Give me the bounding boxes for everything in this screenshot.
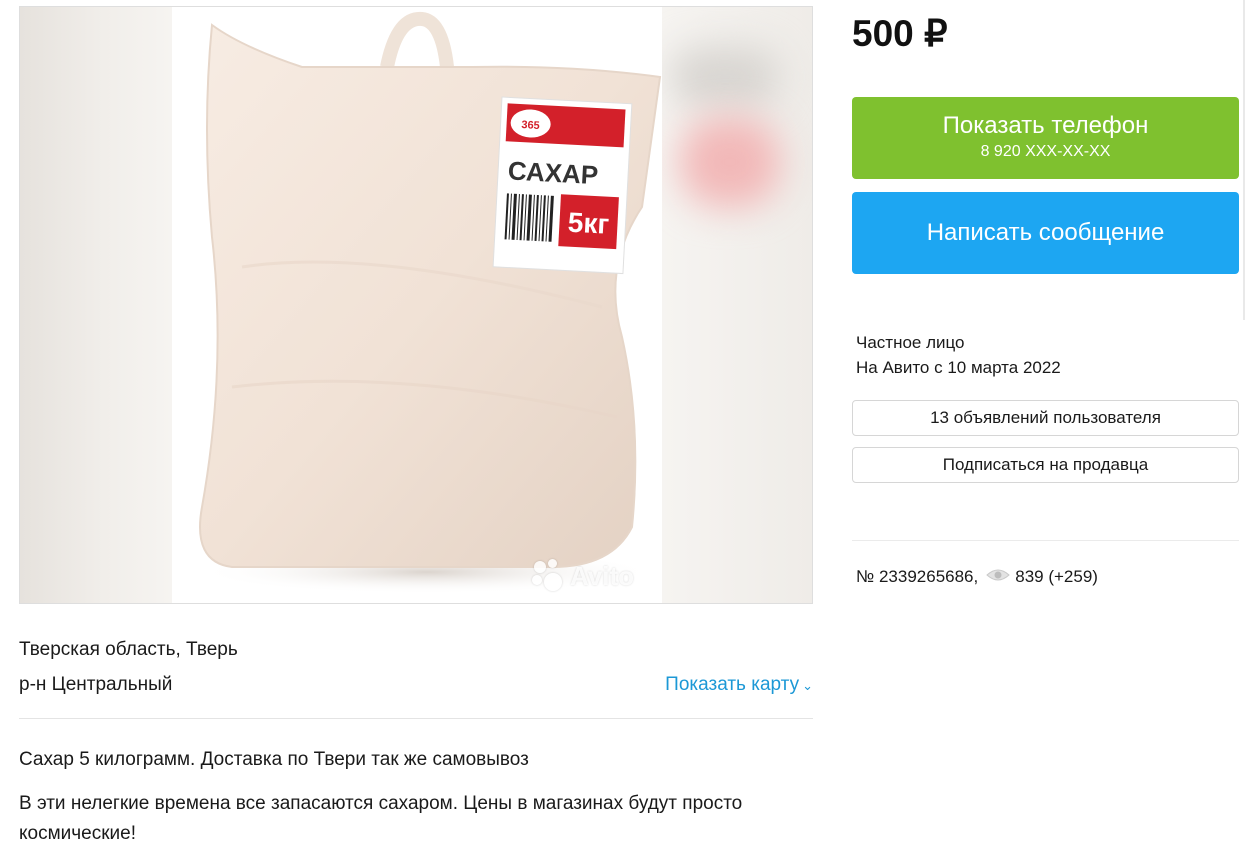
show-phone-button[interactable]: Показать телефон 8 920 XXX-XX-XX	[852, 97, 1239, 179]
description-line-1: Сахар 5 килограмм. Доставка по Твери так…	[19, 749, 529, 770]
gallery-blur-right	[660, 7, 812, 603]
section-divider	[19, 718, 813, 719]
avito-logo-icon	[532, 559, 566, 593]
bag-label: 365 САХАР 5кг	[492, 96, 633, 275]
write-message-button[interactable]: Написать сообщение	[852, 192, 1239, 274]
chevron-down-icon: ⌄	[802, 678, 813, 693]
subscribe-seller-button[interactable]: Подписаться на продавца	[852, 447, 1239, 483]
show-map-label: Показать карту	[665, 674, 800, 695]
seller-since: На Авито с 10 марта 2022	[856, 358, 1061, 377]
seller-type: Частное лицо	[856, 333, 965, 352]
views-count: 839 (+259)	[1015, 567, 1098, 586]
show-map-link[interactable]: Показать карту ⌄	[665, 667, 813, 703]
price: 500 ₽	[852, 13, 948, 54]
sugar-bag-image: 365 САХАР 5кг	[197, 12, 662, 594]
location-region: Тверская область, Тверь	[19, 639, 238, 660]
seller-info: Частное лицо На Авито с 10 марта 2022	[856, 330, 1061, 380]
svg-text:САХАР: САХАР	[507, 155, 599, 190]
location-block: Тверская область, Тверь р-н Центральный …	[19, 632, 813, 702]
gallery-blur-left	[20, 7, 172, 603]
listing-page: 365 САХАР 5кг Avito Тверская область, Тв…	[0, 0, 1245, 848]
phone-masked: 8 920 XXX-XX-XX	[980, 143, 1111, 160]
svg-text:5кг: 5кг	[567, 207, 610, 240]
photo-gallery[interactable]: 365 САХАР 5кг Avito	[19, 6, 813, 604]
eye-icon	[986, 567, 1010, 587]
seller-listings-button[interactable]: 13 объявлений пользователя	[852, 400, 1239, 436]
show-phone-label: Показать телефон	[942, 112, 1149, 139]
ad-number: № 2339265686,	[856, 567, 979, 586]
ad-meta: № 2339265686, 839 (+259)	[856, 567, 1098, 587]
sidebar-divider	[852, 540, 1239, 541]
svg-text:365: 365	[521, 119, 540, 132]
description-block: Сахар 5 килограмм. Доставка по Твери так…	[19, 745, 813, 848]
avito-watermark: Avito	[532, 559, 634, 593]
watermark-text: Avito	[570, 560, 635, 591]
description-line-2: В эти нелегкие времена все запасаются са…	[19, 793, 743, 844]
product-photo[interactable]: 365 САХАР 5кг Avito	[172, 7, 662, 603]
